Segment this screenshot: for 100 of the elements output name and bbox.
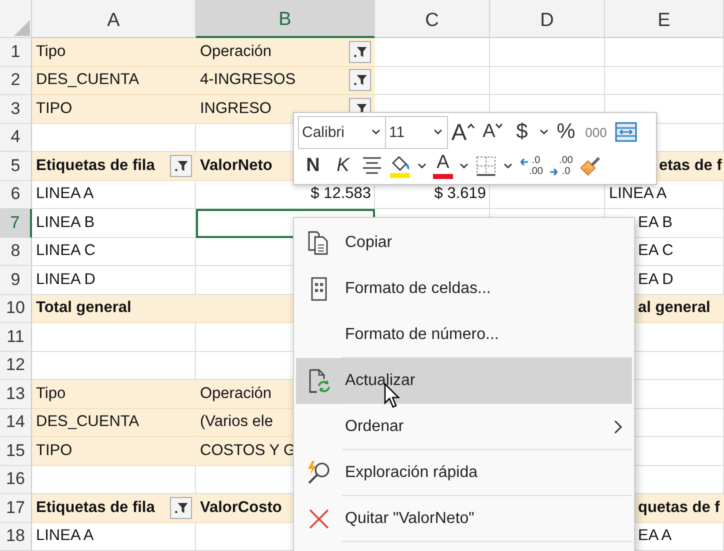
- cell-text: DES_CUENTA: [36, 71, 140, 90]
- row-header[interactable]: 3: [0, 95, 32, 124]
- menu-item[interactable]: Exploración rápida: [294, 450, 634, 496]
- cell-text: EA A: [638, 527, 672, 546]
- chevron-down-icon: [417, 162, 427, 170]
- cell-text: LINEA A: [36, 527, 94, 546]
- filter-icon: [174, 160, 188, 171]
- font-name-field[interactable]: Calibri: [298, 116, 386, 148]
- cell-text: DES_CUENTA: [36, 413, 140, 432]
- row-header[interactable]: 11: [0, 323, 32, 352]
- chevron-down-icon: [539, 128, 549, 136]
- cell-text: ValorNeto: [200, 156, 272, 175]
- cell-text: Etiquetas de fila: [36, 156, 155, 175]
- cell-text: $ 12.583: [310, 185, 371, 204]
- decimal-label: .00: [529, 166, 543, 177]
- filter-icon: [354, 75, 366, 86]
- cell-text: LINEA A: [36, 185, 94, 204]
- menu-item[interactable]: Actualizar: [296, 358, 632, 404]
- wrap-text-icon: [614, 120, 638, 144]
- row-header[interactable]: 13: [0, 380, 32, 408]
- paintbrush-icon: [578, 154, 602, 178]
- borders-icon: [475, 155, 497, 177]
- magnifier-lightning-icon: [306, 460, 332, 486]
- row-header[interactable]: 14: [0, 408, 32, 437]
- row-header[interactable]: 10: [0, 294, 32, 323]
- row-header[interactable]: 6: [0, 180, 32, 209]
- column-header[interactable]: E: [605, 0, 724, 38]
- cell-text: al general: [638, 299, 710, 318]
- menu-item[interactable]: Formato de celdas...: [294, 266, 634, 312]
- cell-text: etas de f: [659, 156, 722, 175]
- decrease-font-size-button[interactable]: A: [478, 116, 508, 148]
- cell-text: EA C: [638, 242, 674, 260]
- font-size-field[interactable]: 11: [386, 116, 448, 148]
- decimal-label: .0: [530, 155, 542, 166]
- chevron-right-icon: [612, 418, 624, 436]
- row-header[interactable]: 17: [0, 494, 32, 522]
- bold-button[interactable]: N: [298, 150, 328, 182]
- cell-text: LINEA C: [36, 242, 96, 260]
- cell-text: Etiquetas de fila: [36, 498, 155, 517]
- cell-text: (Varios ele: [200, 413, 273, 432]
- cell-text: EA B: [638, 214, 672, 232]
- column-header[interactable]: D: [490, 0, 605, 38]
- font-color-button[interactable]: A: [430, 150, 456, 182]
- chevron-down-icon: [503, 162, 513, 170]
- cell-text: ValorCosto: [200, 498, 282, 517]
- percent-format-button[interactable]: %: [552, 116, 580, 148]
- filter-icon: [354, 46, 366, 57]
- cell-text: INGRESO: [200, 100, 272, 118]
- filter-button[interactable]: [170, 496, 192, 519]
- cell-text: Tipo: [36, 384, 66, 403]
- decimal-label: .0: [560, 166, 572, 177]
- cell-text: EA D: [638, 270, 674, 289]
- cell-text: Operación: [200, 42, 272, 61]
- row-header[interactable]: 18: [0, 522, 32, 551]
- row-header[interactable]: 4: [0, 124, 32, 152]
- currency-format-button[interactable]: $: [508, 116, 536, 148]
- filter-button[interactable]: [170, 154, 192, 177]
- caret-icon: [495, 123, 504, 129]
- filter-button[interactable]: [349, 40, 371, 63]
- column-header[interactable]: C: [375, 0, 490, 38]
- column-header[interactable]: B: [196, 0, 375, 38]
- cell-text: quetas de f: [638, 498, 720, 517]
- row-header[interactable]: 15: [0, 437, 32, 466]
- paint-bucket-icon: [388, 153, 412, 179]
- chevron-down-icon: [459, 162, 469, 170]
- arrow-right-icon: [549, 166, 560, 178]
- menu-item[interactable]: Quitar "ValorNeto": [294, 496, 634, 542]
- cell-text: Tipo: [36, 42, 66, 61]
- cell-text: Operación: [200, 384, 272, 403]
- decrease-decimal-button[interactable]: .00 .0: [546, 150, 576, 182]
- row-header[interactable]: 1: [0, 38, 32, 66]
- italic-button[interactable]: K: [328, 150, 358, 182]
- arrow-left-icon: [519, 156, 530, 168]
- filter-icon: [174, 502, 188, 513]
- increase-decimal-button[interactable]: .0 .00: [516, 150, 546, 182]
- menu-item[interactable]: Formato de número...: [294, 312, 634, 358]
- thousands-separator-button[interactable]: 000: [580, 116, 612, 148]
- caret-icon: [466, 123, 475, 129]
- cell-text: $ 3.619: [434, 185, 486, 204]
- chevron-down-icon: [371, 128, 381, 136]
- chevron-down-icon: [433, 128, 443, 136]
- row-header[interactable]: 2: [0, 66, 32, 95]
- row-header[interactable]: 5: [0, 152, 32, 180]
- align-center-icon: [361, 155, 383, 177]
- cell-text: TIPO: [36, 442, 72, 460]
- menu-item[interactable]: Ordenar: [294, 404, 634, 450]
- increase-font-size-button[interactable]: A: [448, 116, 478, 148]
- row-header[interactable]: 8: [0, 238, 32, 266]
- cell-text: LINEA A: [609, 185, 667, 204]
- menu-item[interactable]: Copiar: [294, 220, 634, 266]
- row-header[interactable]: 12: [0, 352, 32, 380]
- row-header[interactable]: 9: [0, 266, 32, 294]
- cell-text: LINEA B: [36, 214, 95, 232]
- filter-button[interactable]: [349, 69, 371, 92]
- row-header[interactable]: 16: [0, 466, 32, 494]
- column-header[interactable]: A: [32, 0, 196, 38]
- row-header[interactable]: 7: [0, 209, 32, 238]
- cell-text: LINEA D: [36, 270, 96, 289]
- decimal-label: .00: [559, 155, 573, 166]
- cell-text: Total general: [36, 299, 132, 318]
